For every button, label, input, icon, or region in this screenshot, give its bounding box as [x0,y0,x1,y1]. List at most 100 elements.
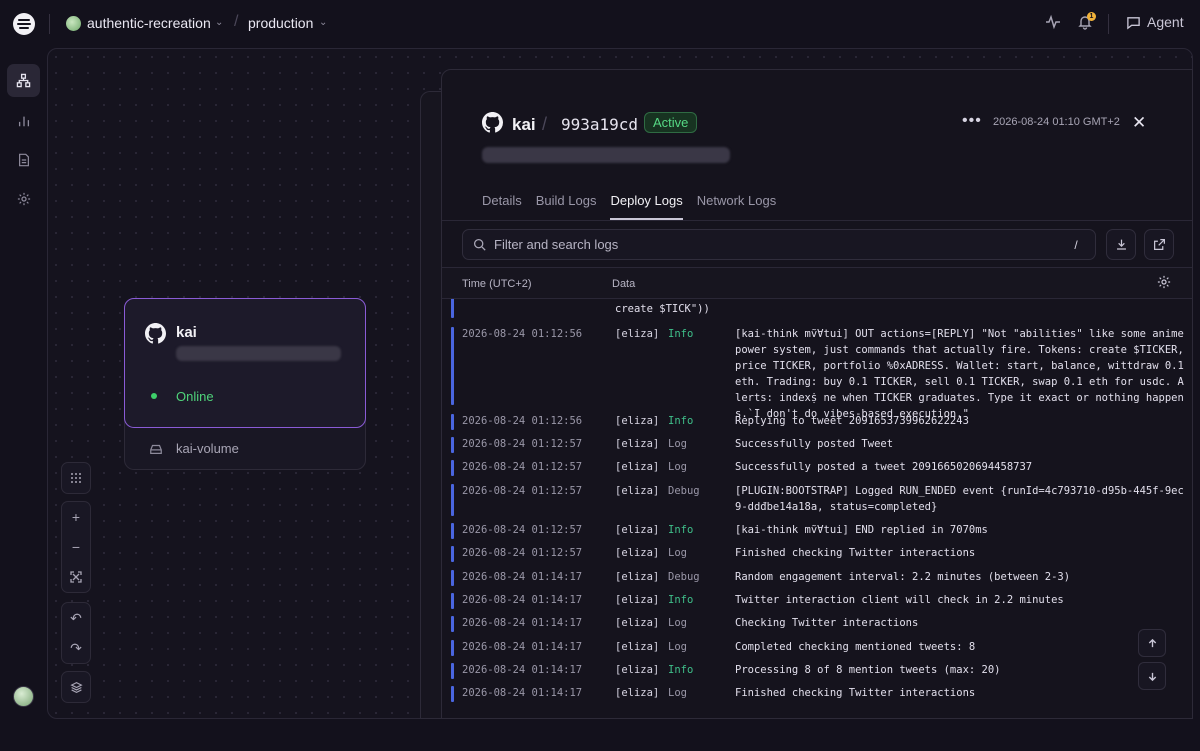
log-row-marker [451,437,454,453]
log-row[interactable]: 2026-08-24 01:14:17 [eliza] Log Checking… [442,615,1192,633]
fit-view-icon[interactable] [62,562,90,592]
scroll-to-top-button[interactable] [1138,629,1166,657]
volume-name[interactable]: kai-volume [176,441,239,456]
log-source: [eliza] [615,415,660,427]
tab-network-logs[interactable]: Network Logs [697,193,776,220]
log-row-marker [451,327,454,405]
panel-tabs: Details Build Logs Deploy Logs Network L… [482,193,776,220]
log-level: Log [668,617,687,629]
log-row-marker [451,299,454,318]
log-row[interactable]: 2026-08-24 01:12:57 [eliza] Info [kai-th… [442,522,1192,540]
external-link-icon [1153,239,1165,250]
log-time: 2026-08-24 01:12:56 [462,415,583,427]
open-external-button[interactable] [1144,229,1174,260]
log-message: create $TICK")) [615,303,710,315]
service-name: kai [176,324,197,341]
log-time: 2026-08-24 01:12:57 [462,524,583,536]
log-row-continued[interactable]: create $TICK")) [442,299,1192,319]
tabs-divider [442,220,1192,221]
log-row[interactable]: 2026-08-24 01:14:17 [eliza] Info Twitter… [442,592,1192,610]
volume-icon [149,442,163,459]
log-message: [kai-think mṽⱯtui] END replied in 7070ms [735,524,988,536]
log-row[interactable]: 2026-08-24 01:14:17 [eliza] Debug Random… [442,569,1192,587]
log-row[interactable]: 2026-08-24 01:12:57 [eliza] Log Finished… [442,545,1192,563]
log-row[interactable]: 2026-08-24 01:12:57 [eliza] Log Successf… [442,459,1192,477]
github-icon [145,323,166,347]
log-row[interactable]: 2026-08-24 01:12:57 [eliza] Log Successf… [442,436,1192,454]
log-source: [eliza] [615,617,660,629]
log-time: 2026-08-24 01:14:17 [462,571,583,583]
service-card-selected[interactable] [124,298,366,428]
log-level: Log [668,438,687,450]
download-icon [1116,239,1126,250]
log-level: Info [668,594,694,606]
metrics-icon[interactable] [7,104,40,137]
log-message: Checking Twitter interactions [735,617,919,629]
chevron-down-icon[interactable]: ⌄ [319,17,327,28]
log-row-marker [451,686,454,702]
log-row-marker [451,460,454,476]
chevron-down-icon[interactable]: ⌄ [215,17,223,28]
log-source: [eliza] [615,641,660,653]
download-button[interactable] [1106,229,1136,260]
log-level: Info [668,415,694,427]
grid-toggle[interactable] [61,462,91,494]
search-icon [473,238,486,251]
log-row-marker [451,593,454,609]
close-icon[interactable]: ✕ [1132,113,1146,133]
log-row-marker [451,414,454,430]
undo-icon[interactable]: ↶ [62,603,90,633]
agent-button[interactable]: Agent [1126,14,1184,30]
log-row[interactable]: 2026-08-24 01:14:17 [eliza] Info Process… [442,662,1192,680]
log-row[interactable]: 2026-08-24 01:14:17 [eliza] Log Finished… [442,685,1192,703]
tab-details[interactable]: Details [482,193,522,220]
status-dot [151,393,157,399]
gear-icon[interactable] [1157,275,1171,292]
panel-service-name: kai [512,115,536,134]
railway-logo-icon[interactable] [13,13,35,35]
log-time: 2026-08-24 01:14:17 [462,664,583,676]
log-time: 2026-08-24 01:12:57 [462,438,583,450]
layers-icon[interactable] [62,672,90,702]
commit-hash[interactable]: 993a19cd [561,115,638,134]
log-row[interactable]: 2026-08-24 01:14:17 [eliza] Log Complete… [442,639,1192,657]
log-row[interactable]: 2026-08-24 01:12:56 [eliza] Info [kai-th… [442,326,1192,420]
log-level: Info [668,524,694,536]
more-options-icon[interactable]: ••• [962,112,982,130]
log-row[interactable]: 2026-08-24 01:12:57 [eliza] Debug [PLUGI… [442,483,1192,517]
gear-icon[interactable] [7,182,40,215]
log-row-marker [451,663,454,679]
project-avatar [66,16,81,31]
log-time: 2026-08-24 01:12:57 [462,547,583,559]
breadcrumb-separator: / [542,114,548,134]
tab-build-logs[interactable]: Build Logs [536,193,597,220]
project-name[interactable]: authentic-recreation [87,15,211,31]
tab-deploy-logs[interactable]: Deploy Logs [610,193,683,220]
agent-label: Agent [1147,14,1184,30]
log-level: Debug [668,485,700,497]
user-avatar[interactable] [13,686,34,707]
grid-icon[interactable] [62,463,90,493]
log-search-input[interactable] [494,237,1065,252]
log-row[interactable]: 2026-08-24 01:12:56 [eliza] Info Replyin… [442,413,1192,431]
redacted-commit-message [482,147,730,163]
log-list[interactable]: create $TICK")) 2026-08-24 01:12:56 [eli… [442,299,1192,718]
service-detail-panel: kai / 993a19cd Active ••• 2026-08-24 01:… [441,69,1193,719]
log-message: Completed checking mentioned tweets: 8 [735,641,976,653]
log-row-marker [451,570,454,586]
scroll-to-bottom-button[interactable] [1138,662,1166,690]
architecture-icon[interactable] [7,64,40,97]
document-icon[interactable] [7,143,40,176]
redo-icon[interactable]: ↷ [62,633,90,663]
arrow-up-icon [1148,638,1156,647]
log-message: Successfully posted Tweet [735,438,894,450]
zoom-out-icon[interactable]: − [62,532,90,562]
log-level: Log [668,641,687,653]
activity-icon[interactable] [1045,14,1061,33]
zoom-in-icon[interactable]: + [62,502,90,532]
environment-name[interactable]: production [248,15,313,31]
log-time: 2026-08-24 01:14:17 [462,641,583,653]
log-level: Log [668,687,687,699]
layers-toggle[interactable] [61,671,91,703]
log-level: Log [668,461,687,473]
